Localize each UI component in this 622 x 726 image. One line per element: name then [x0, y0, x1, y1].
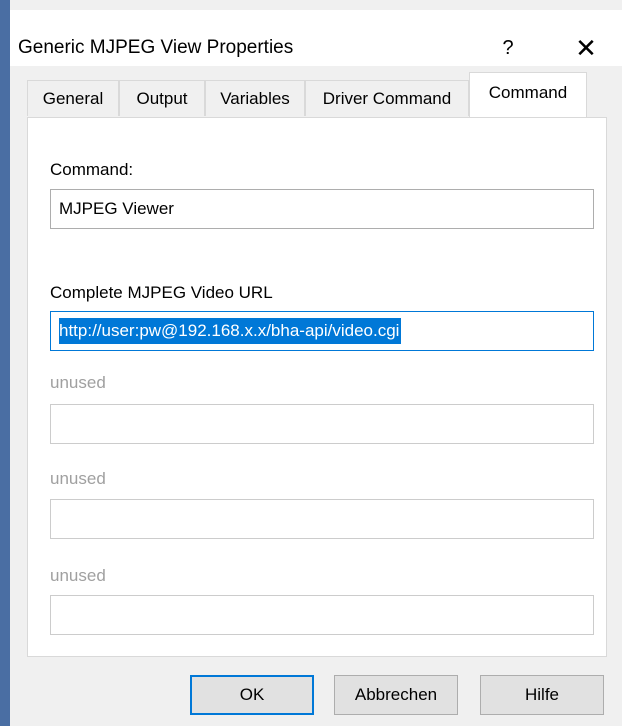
command-input[interactable]: MJPEG Viewer — [50, 189, 594, 229]
tab-driver-command[interactable]: Driver Command — [305, 80, 469, 116]
window-title: Generic MJPEG View Properties — [18, 37, 294, 58]
help-icon[interactable]: ? — [490, 34, 526, 62]
unused-label-2: unused — [50, 469, 106, 488]
ok-button[interactable]: OK — [190, 675, 314, 715]
tab-output[interactable]: Output — [119, 80, 205, 116]
url-label: Complete MJPEG Video URL — [50, 283, 273, 302]
unused-label-3: unused — [50, 566, 106, 585]
unused-input-2[interactable] — [50, 499, 594, 539]
tab-strip: General Output Variables Driver Command … — [27, 72, 607, 118]
tab-variables[interactable]: Variables — [205, 80, 305, 116]
tab-general[interactable]: General — [27, 80, 119, 116]
properties-dialog: Generic MJPEG View Properties ? ✕ Genera… — [10, 0, 622, 726]
close-icon[interactable]: ✕ — [568, 32, 604, 64]
background-window-edge — [0, 0, 10, 726]
unused-input-3[interactable] — [50, 595, 594, 635]
command-input-value: MJPEG Viewer — [59, 199, 174, 218]
unused-input-1[interactable] — [50, 404, 594, 444]
help-button[interactable]: Hilfe — [480, 675, 604, 715]
cancel-button[interactable]: Abbrechen — [334, 675, 458, 715]
command-label: Command: — [50, 160, 134, 179]
title-bar[interactable]: Generic MJPEG View Properties ? ✕ — [10, 10, 622, 66]
unused-label-1: unused — [50, 373, 106, 392]
url-input[interactable]: http://user:pw@192.168.x.x/bha-api/video… — [50, 311, 594, 351]
tab-command[interactable]: Command — [469, 72, 587, 117]
url-input-value: http://user:pw@192.168.x.x/bha-api/video… — [59, 318, 402, 344]
